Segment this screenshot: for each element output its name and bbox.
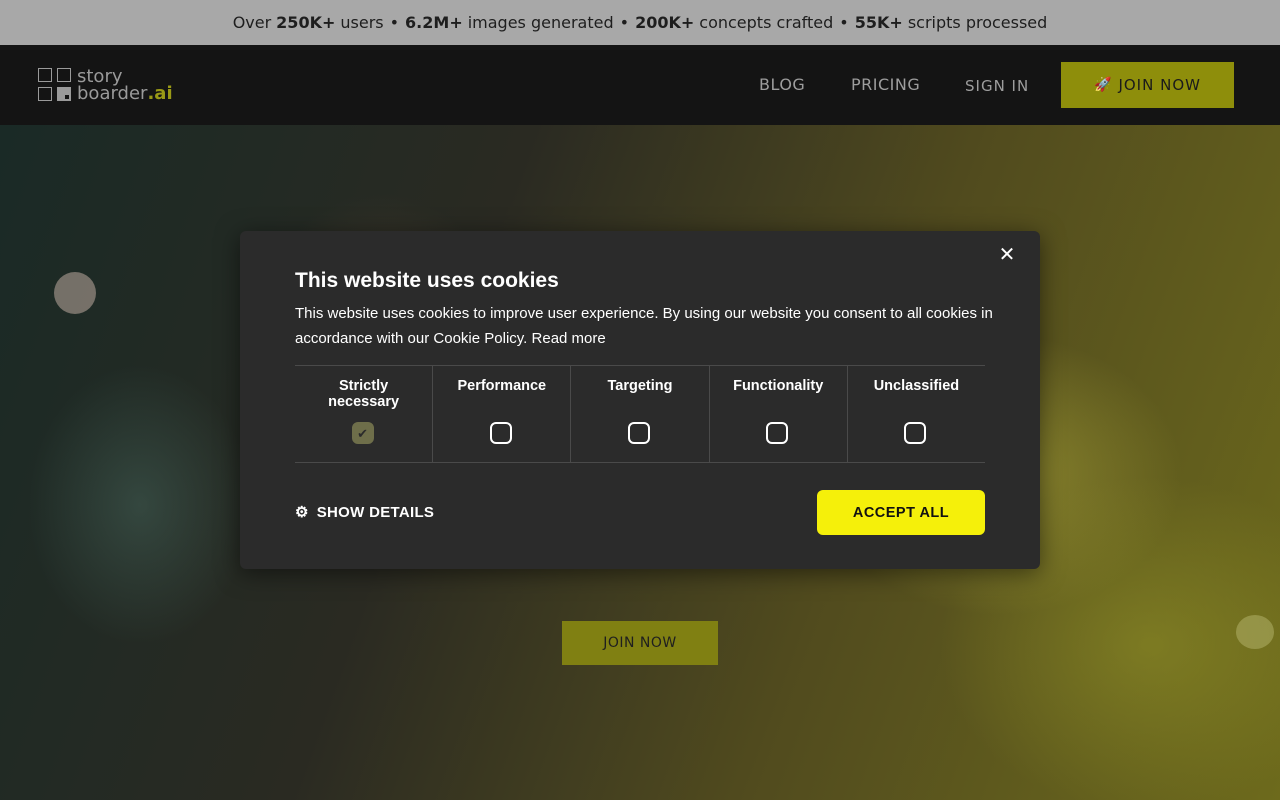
join-now-button[interactable]: 🚀 JOIN NOW <box>1061 62 1234 108</box>
show-details-label: SHOW DETAILS <box>316 503 435 521</box>
cookie-description-text: This website uses cookies to improve use… <box>295 305 993 347</box>
users-count: 250K+ <box>276 13 336 32</box>
cookie-consent-dialog: ✕ This website uses cookies This website… <box>240 231 1040 569</box>
hero-background-light <box>1236 615 1274 649</box>
category-performance: Performance <box>433 366 572 462</box>
category-label: Targeting <box>607 378 673 394</box>
strictly-necessary-checkbox <box>351 422 374 444</box>
category-functionality: Functionality <box>710 366 848 462</box>
functionality-checkbox[interactable] <box>766 422 789 444</box>
images-label: images generated <box>467 13 614 32</box>
separator: • <box>839 13 849 32</box>
nav-blog-link[interactable]: BLOG <box>759 75 805 94</box>
read-more-link[interactable]: Read more <box>532 330 606 347</box>
nav-pricing-link[interactable]: PRICING <box>851 75 920 94</box>
cookie-description: This website uses cookies to improve use… <box>295 301 995 351</box>
concepts-count: 200K+ <box>635 13 695 32</box>
images-count: 6.2M+ <box>405 13 463 32</box>
logo[interactable]: story boarder.ai <box>38 67 173 103</box>
close-icon[interactable]: ✕ <box>998 245 1016 265</box>
sign-in-link[interactable]: SIGN IN <box>965 77 1029 95</box>
stats-banner: Over 250K+ users • 6.2M+ images generate… <box>0 0 1280 45</box>
users-label: users <box>340 13 384 32</box>
logo-suffix: .ai <box>147 83 173 104</box>
logo-mark-icon <box>38 67 73 103</box>
cookie-categories: Strictly necessary Performance Targeting… <box>295 365 985 463</box>
unclassified-checkbox[interactable] <box>904 422 927 444</box>
rocket-icon: 🚀 <box>1094 77 1113 93</box>
cookie-title: This website uses cookies <box>295 269 559 292</box>
category-label: Performance <box>457 378 547 394</box>
separator: • <box>619 13 630 32</box>
stats-prefix: Over <box>232 13 272 32</box>
category-label: Functionality <box>733 378 824 394</box>
category-label: Strictly necessary <box>328 378 400 410</box>
show-details-button[interactable]: ⚙ SHOW DETAILS <box>295 503 435 522</box>
logo-wordmark: story boarder.ai <box>77 68 173 104</box>
separator: • <box>389 13 400 32</box>
top-navigation: story boarder.ai BLOG PRICING SIGN IN 🚀 … <box>0 45 1280 125</box>
category-targeting: Targeting <box>571 366 710 462</box>
performance-checkbox[interactable] <box>489 422 512 444</box>
targeting-checkbox[interactable] <box>628 422 650 444</box>
category-unclassified: Unclassified <box>848 366 985 462</box>
category-strictly-necessary: Strictly necessary <box>295 366 434 462</box>
hero-background-image <box>54 272 96 314</box>
scripts-label: scripts processed <box>907 13 1048 32</box>
accept-all-button[interactable]: ACCEPT ALL <box>817 490 985 535</box>
scripts-count: 55K+ <box>854 13 903 32</box>
join-now-label: JOIN NOW <box>1118 76 1201 94</box>
gear-icon: ⚙ <box>295 504 309 521</box>
logo-line-2: boarder.ai <box>77 83 173 104</box>
hero-join-now-button[interactable]: JOIN NOW <box>562 621 718 665</box>
concepts-label: concepts crafted <box>699 13 834 32</box>
category-label: Unclassified <box>873 378 960 394</box>
